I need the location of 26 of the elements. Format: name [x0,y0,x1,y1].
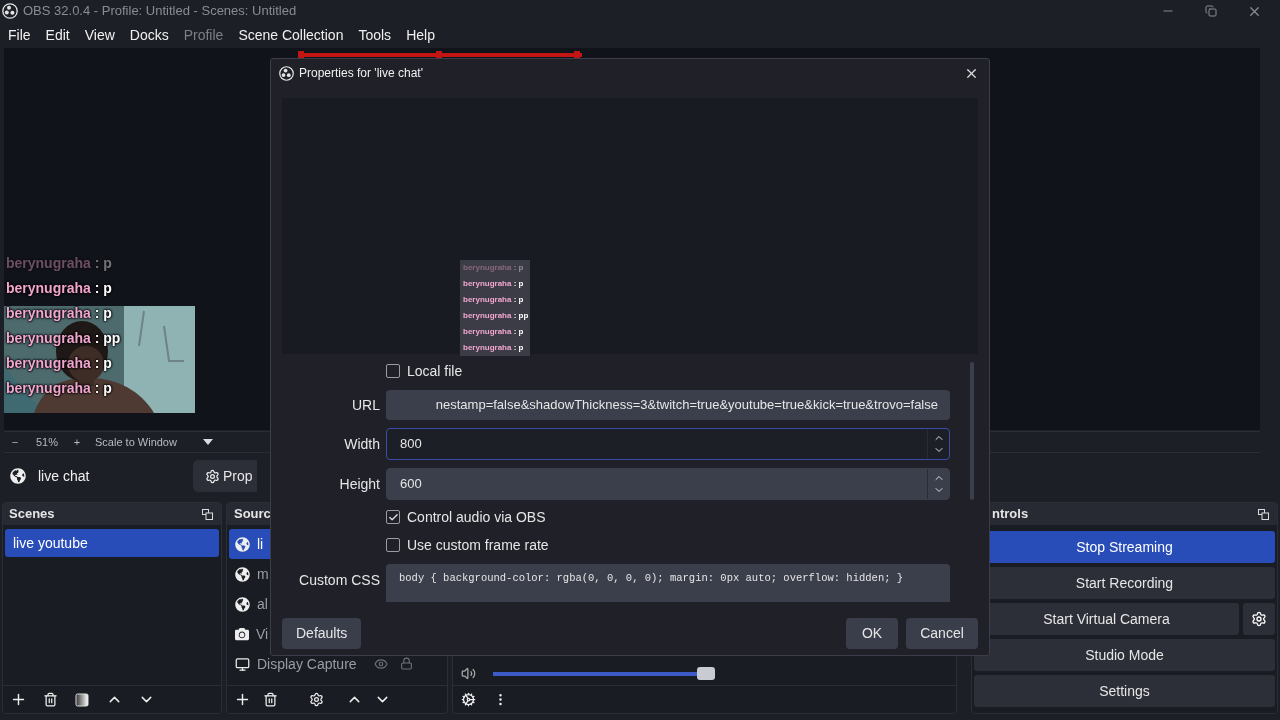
chat-message: berynugraha : p [6,304,113,323]
selected-source-name: live chat [38,466,91,486]
chat-message: berynugraha : pp [6,329,121,348]
field-label: URL [352,395,380,415]
chat-message: berynugraha : pp [463,310,530,322]
chat-message: berynugraha : p [463,278,525,290]
dock-title: Scenes [9,505,55,524]
chat-message: berynugraha : p [463,326,525,338]
zoom-level: 51% [35,434,59,450]
checkbox-label: Use custom frame rate [407,535,549,555]
chat-message: berynugraha : p [463,342,525,354]
field-label: Height [339,474,380,494]
checkbox-label: Control audio via OBS [407,507,546,527]
checkbox-label: Local file [407,361,463,381]
dock-title: ntrols [992,505,1029,524]
chat-message: berynugraha : p [6,254,113,273]
chat-message: berynugraha : p [463,262,525,274]
field-label: Width [344,434,380,454]
chat-message: berynugraha : p [6,279,113,298]
dock-title: Sourc [234,505,271,524]
chat-message: berynugraha : p [6,379,113,398]
field-label: Custom CSS [299,571,380,590]
window-title: OBS 32.0.4 - Profile: Untitled - Scenes: Untitled [23,2,297,21]
chat-message: berynugraha : p [463,294,525,306]
chat-message: berynugraha : p [6,354,113,373]
dialog-title: Properties for 'live chat' [299,65,423,82]
